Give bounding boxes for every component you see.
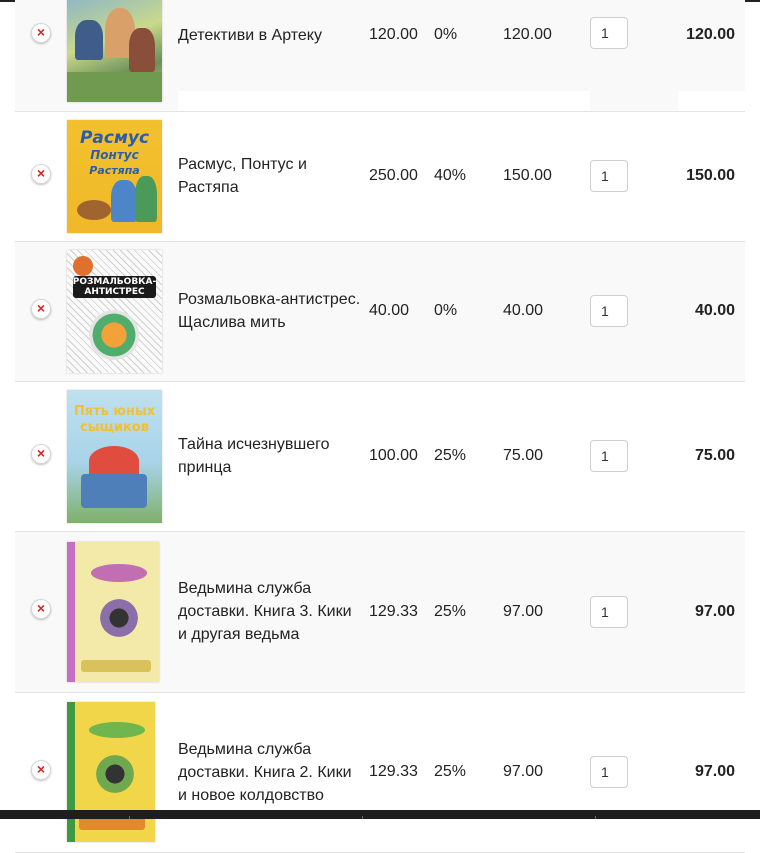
book-cover-rasmus-image[interactable]: Расмус Понтус Растяпа — [67, 119, 162, 233]
cart-row: Ведьмина служба доставки. Книга 3. Кики … — [15, 531, 745, 692]
product-final-price: 75.00 — [503, 447, 544, 464]
product-discount: 0% — [434, 26, 458, 44]
cover-title: сыщиков — [80, 419, 149, 435]
cart-table: Детективи в Артеку 120.00 0% 120.00 120.… — [15, 0, 745, 853]
cart-row: Ведьмина служба доставки. Книга 2. Кики … — [15, 692, 745, 852]
remove-item-button[interactable] — [31, 599, 51, 619]
quantity-input[interactable] — [590, 295, 628, 327]
product-discount: 25% — [434, 602, 467, 620]
remove-item-button[interactable] — [31, 298, 51, 319]
quantity-input[interactable] — [590, 160, 628, 192]
cover-title: РОЗМАЛЬОВКА- — [72, 276, 157, 287]
cart-row: Детективи в Артеку 120.00 0% 120.00 120.… — [15, 0, 745, 111]
product-total: 40.00 — [694, 302, 735, 319]
book-cover-tayna-image[interactable]: Пять юных сыщиков — [67, 389, 162, 523]
product-total: 97.00 — [694, 602, 735, 620]
product-price: 120.00 — [369, 26, 418, 44]
product-price: 129.33 — [369, 763, 418, 780]
cart-row: Расмус Понтус Растяпа Расмус, Понтус и Р… — [15, 111, 745, 241]
book-cover-kiki3-image[interactable] — [67, 541, 159, 682]
product-name[interactable]: Тайна исчезнувшего принца — [178, 381, 369, 531]
product-name[interactable]: Розмальовка-антистрес. Щаслива мить — [178, 241, 369, 381]
product-final-price: 150.00 — [503, 167, 552, 184]
quantity-input[interactable] — [590, 756, 628, 788]
product-name[interactable]: Расмус, Понтус и Растяпа — [178, 111, 369, 241]
product-total: 97.00 — [694, 763, 735, 780]
product-discount: 0% — [434, 302, 458, 319]
product-name[interactable]: Детективи в Артеку — [178, 0, 369, 91]
product-price: 100.00 — [369, 447, 418, 464]
cover-title: Растяпа — [89, 163, 140, 177]
remove-item-button[interactable] — [31, 22, 51, 43]
product-name[interactable]: Ведьмина служба доставки. Книга 2. Кики … — [178, 692, 369, 852]
product-name[interactable]: Ведьмина служба доставки. Книга 3. Кики … — [178, 531, 369, 692]
book-cover-rozmalovka-image[interactable]: РОЗМАЛЬОВКА- АНТИСТРЕС — [67, 249, 162, 373]
cart-row: Пять юных сыщиков Тайна исчезнувшего при… — [15, 381, 745, 531]
book-cover-detektivy-image[interactable] — [67, 0, 162, 102]
cover-title: АНТИСТРЕС — [84, 286, 145, 297]
product-price: 129.33 — [369, 602, 418, 620]
product-total: 120.00 — [686, 26, 735, 44]
product-final-price: 97.00 — [503, 763, 544, 780]
product-discount: 40% — [434, 167, 467, 184]
quantity-input[interactable] — [590, 595, 628, 628]
product-price: 40.00 — [369, 302, 410, 319]
cover-title: Понтус — [90, 147, 139, 162]
product-discount: 25% — [434, 447, 467, 464]
remove-item-button[interactable] — [31, 163, 51, 184]
product-final-price: 40.00 — [503, 302, 544, 319]
quantity-input[interactable] — [590, 440, 628, 472]
remove-item-button[interactable] — [31, 443, 51, 464]
product-total: 75.00 — [694, 447, 735, 464]
product-total: 150.00 — [686, 167, 735, 184]
product-final-price: 120.00 — [503, 26, 552, 44]
cart-row: РОЗМАЛЬОВКА- АНТИСТРЕС Розмальовка-антис… — [15, 241, 745, 381]
cover-title: Расмус — [79, 127, 150, 148]
product-discount: 25% — [434, 763, 467, 780]
cover-title: Пять юных — [73, 403, 156, 419]
remove-item-button[interactable] — [31, 759, 51, 780]
product-final-price: 97.00 — [503, 602, 544, 620]
quantity-input[interactable] — [590, 17, 628, 50]
bottom-toolbar — [0, 810, 760, 819]
book-cover-kiki2-image[interactable] — [67, 702, 155, 842]
product-price: 250.00 — [369, 167, 418, 184]
